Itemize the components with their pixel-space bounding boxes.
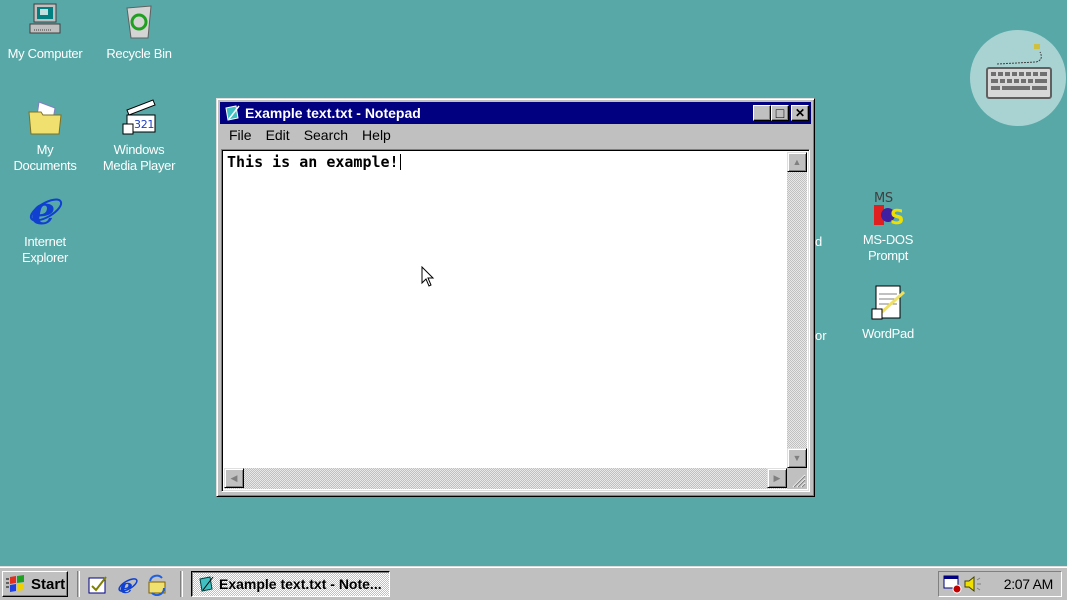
menu-search[interactable]: Search [297,127,355,143]
close-icon: ✕ [794,106,806,120]
minimize-button[interactable]: _ [753,105,771,121]
scroll-left-button[interactable]: ◀ [224,468,244,488]
notepad-icon [199,576,214,592]
internet-explorer-icon: e [25,188,65,233]
keyboard-icon [986,44,1052,99]
ms-dos-icon: MS S [868,188,908,229]
taskbar-separator [77,571,80,597]
scroll-right-button[interactable]: ▶ [767,468,787,488]
text-caret [399,154,401,170]
desktop-icon-label: My Computer [7,46,83,61]
media-player-icon: 321 [119,98,159,138]
start-button[interactable]: Start [2,571,68,597]
desktop-icon-label: WordPad [862,326,914,341]
desktop-icon-my-computer[interactable]: My Computer [0,2,90,62]
menu-edit[interactable]: Edit [259,127,297,143]
on-screen-keyboard-button[interactable] [970,30,1066,126]
resize-grip-icon [792,474,806,488]
desktop-icon-windows-media-player[interactable]: 321 Windows Media Player [94,98,184,174]
scroll-down-button[interactable]: ▼ [787,448,807,468]
desktop-icon-label: Recycle Bin [106,46,172,61]
window-title: Example text.txt - Notepad [245,105,421,121]
arrow-down-icon: ▼ [792,453,802,463]
taskbar-button-notepad[interactable]: Example text.txt - Note... [191,571,390,597]
desktop-icon-label: Internet Explorer [21,234,68,265]
svg-text:S: S [890,205,904,228]
arrow-left-icon: ◀ [230,472,238,483]
windows-logo-icon [6,575,24,592]
obscured-icon-label: or [815,328,827,343]
close-button[interactable]: ✕ [791,105,809,121]
title-bar[interactable]: Example text.txt - Notepad _ □ ✕ [220,102,811,124]
desktop-icon-my-documents[interactable]: My Documents [0,98,90,174]
maximize-button[interactable]: □ [771,105,789,121]
text-editor[interactable]: This is an example! ▲ ▼ ◀ ▶ [221,149,810,492]
taskbar: Start e Example text.txt - Note... 2:07 … [0,566,1067,600]
taskbar-separator [180,571,183,597]
scheduler-icon[interactable] [943,574,963,594]
internet-explorer-icon[interactable]: e [117,574,139,596]
desktop-icon-label: Windows Media Player [102,142,176,173]
svg-text:MS: MS [874,191,893,206]
desktop-icon-wordpad[interactable]: WordPad [843,282,933,342]
horizontal-scrollbar[interactable]: ◀ ▶ [224,468,787,489]
desktop-icon-recycle-bin[interactable]: Recycle Bin [94,2,184,62]
obscured-icon-label: d [815,234,823,249]
wordpad-icon [868,282,908,322]
channels-icon[interactable] [146,574,168,596]
start-label: Start [31,575,66,593]
taskbar-button-label: Example text.txt - Note... [219,576,382,592]
mouse-cursor-icon [421,266,435,287]
arrow-up-icon: ▲ [792,157,802,167]
vertical-scrollbar[interactable]: ▲ ▼ [787,152,807,468]
menu-help[interactable]: Help [355,127,398,143]
desktop-icon-label: MS-DOS Prompt [862,232,914,263]
desktop-icon-internet-explorer[interactable]: e Internet Explorer [0,188,90,266]
volume-icon[interactable] [963,574,983,594]
menu-bar: File Edit Search Help [220,124,811,146]
system-tray: 2:07 AM [938,571,1062,597]
clock[interactable]: 2:07 AM [1004,576,1054,592]
maximize-icon: □ [775,105,785,121]
notepad-icon [225,105,240,121]
desktop-icon-label: My Documents [13,142,77,173]
desktop-icon-ms-dos-prompt[interactable]: MS S MS-DOS Prompt [843,188,933,264]
show-desktop-icon[interactable] [87,574,109,596]
scroll-up-button[interactable]: ▲ [787,152,807,172]
editor-content: This is an example! [227,153,399,171]
menu-file[interactable]: File [222,127,259,143]
arrow-right-icon: ▶ [773,472,781,483]
minimize-icon: _ [758,108,766,122]
svg-text:321: 321 [134,118,154,131]
my-computer-icon [25,2,65,42]
recycle-bin-icon [119,2,159,42]
resize-grip[interactable] [787,468,807,489]
my-documents-icon [25,98,65,138]
notepad-window[interactable]: Example text.txt - Notepad _ □ ✕ File Ed… [216,98,815,497]
